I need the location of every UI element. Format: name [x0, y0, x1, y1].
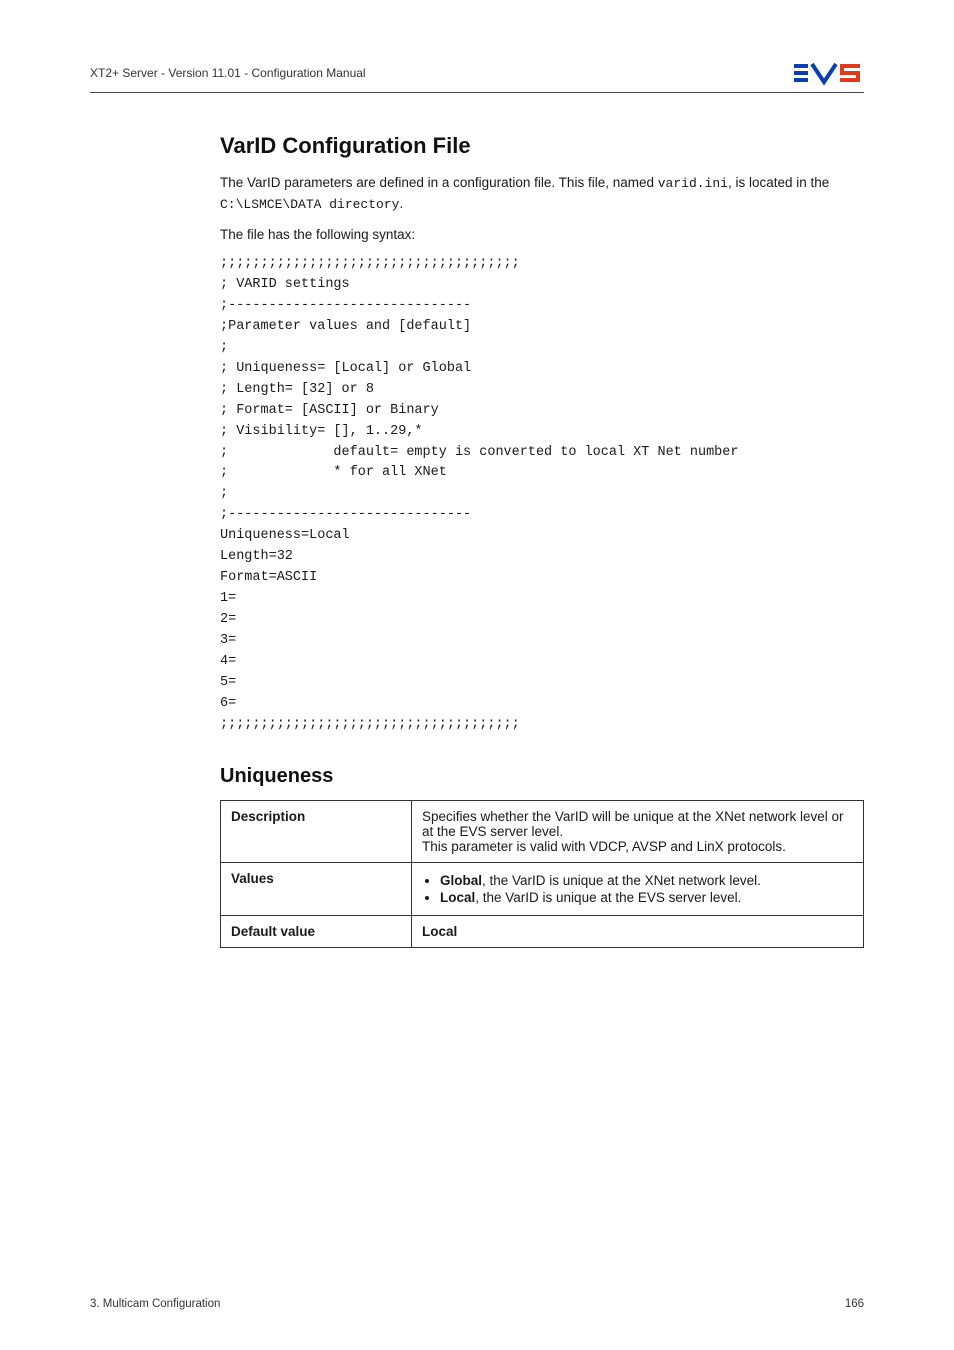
- intro-text-post: .: [399, 196, 403, 211]
- content-area: VarID Configuration File The VarID param…: [220, 133, 864, 948]
- value-global-keyword: Global: [440, 873, 482, 888]
- value-local-rest: , the VarID is unique at the EVS server …: [475, 890, 741, 905]
- table-row: Description Specifies whether the VarID …: [221, 801, 864, 863]
- evs-logo: [794, 60, 864, 86]
- footer-page-number: 166: [845, 1298, 864, 1310]
- value-global-rest: , the VarID is unique at the XNet networ…: [482, 873, 761, 888]
- row-value-default: Local: [412, 916, 864, 948]
- table-row: Values Global, the VarID is unique at th…: [221, 863, 864, 916]
- page-footer: 3. Multicam Configuration 166: [90, 1298, 864, 1310]
- param-table: Description Specifies whether the VarID …: [220, 800, 864, 948]
- values-list: Global, the VarID is unique at the XNet …: [422, 873, 853, 905]
- value-local-keyword: Local: [440, 890, 475, 905]
- intro-paragraph: The VarID parameters are defined in a co…: [220, 173, 864, 215]
- intro-text-mid: , is located in the: [728, 175, 829, 190]
- footer-section: 3. Multicam Configuration: [90, 1298, 220, 1310]
- row-value-description: Specifies whether the VarID will be uniq…: [412, 801, 864, 863]
- inline-code-path: C:\LSMCE\DATA directory: [220, 197, 399, 212]
- evs-logo-icon: [794, 60, 864, 86]
- page-header: XT2+ Server - Version 11.01 - Configurat…: [90, 60, 864, 93]
- section-title-varid-file: VarID Configuration File: [220, 133, 864, 159]
- table-row: Default value Local: [221, 916, 864, 948]
- page: XT2+ Server - Version 11.01 - Configurat…: [0, 0, 954, 1350]
- list-item: Global, the VarID is unique at the XNet …: [440, 873, 853, 888]
- doc-title: XT2+ Server - Version 11.01 - Configurat…: [90, 66, 366, 80]
- syntax-intro: The file has the following syntax:: [220, 225, 864, 245]
- inline-code-filename: varid.ini: [658, 176, 728, 191]
- row-value-values: Global, the VarID is unique at the XNet …: [412, 863, 864, 916]
- default-value-text: Local: [422, 924, 457, 939]
- config-file-code: ;;;;;;;;;;;;;;;;;;;;;;;;;;;;;;;;;;;;; ; …: [220, 254, 864, 735]
- intro-text-pre: The VarID parameters are defined in a co…: [220, 175, 658, 190]
- row-label-description: Description: [221, 801, 412, 863]
- row-label-default: Default value: [221, 916, 412, 948]
- list-item: Local, the VarID is unique at the EVS se…: [440, 890, 853, 905]
- section-title-uniqueness: Uniqueness: [220, 765, 864, 788]
- row-label-values: Values: [221, 863, 412, 916]
